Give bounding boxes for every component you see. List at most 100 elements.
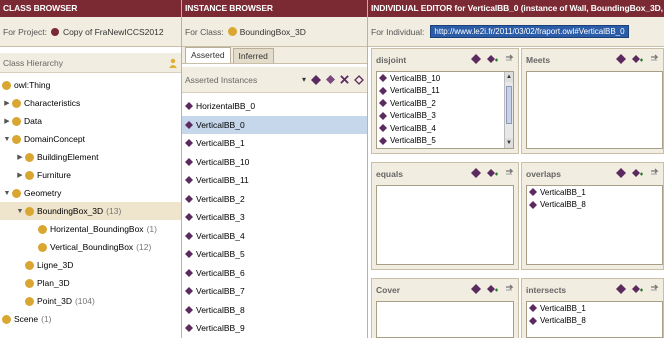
- class-tree-item[interactable]: ▶ Characteristics: [0, 94, 181, 112]
- disjoint-value-item[interactable]: VerticalBB_11: [377, 85, 513, 98]
- instance-list-item[interactable]: VerticalBB_5: [182, 245, 367, 264]
- create-value-icon[interactable]: [487, 284, 498, 296]
- class-tree-item[interactable]: owl:Thing: [0, 76, 181, 94]
- individual-editor-panel: INDIVIDUAL EDITOR for VerticalBB_0 (inst…: [368, 0, 664, 338]
- instance-list-item[interactable]: VerticalBB_8: [182, 301, 367, 320]
- expanded-arrow-icon[interactable]: ▼: [15, 208, 25, 215]
- create-instance-alt-icon[interactable]: [326, 75, 335, 84]
- class-icon: [25, 170, 34, 180]
- instance-list-item[interactable]: VerticalBB_1: [182, 134, 367, 153]
- class-tree-item[interactable]: ▶ Data: [0, 112, 181, 130]
- create-value-icon[interactable]: [632, 54, 643, 66]
- instance-diamond-icon: [185, 305, 193, 314]
- cover-list[interactable]: [376, 301, 514, 338]
- instance-diamond-icon: [185, 268, 193, 277]
- instance-label: HorizentalBB_0: [196, 101, 256, 112]
- instance-diamond-icon: [379, 111, 387, 120]
- create-value-icon[interactable]: [487, 168, 498, 180]
- instance-options-icon[interactable]: [354, 74, 364, 85]
- disjoint-value-item[interactable]: VerticalBB_2: [377, 97, 513, 110]
- remove-value-icon[interactable]: [649, 168, 659, 180]
- remove-value-icon[interactable]: [504, 168, 514, 180]
- class-tree-item[interactable]: ▶ BuildingElement: [0, 148, 181, 166]
- add-value-icon[interactable]: [616, 54, 626, 66]
- class-tree-item[interactable]: ▼ BoundingBox_3D (13): [0, 202, 181, 220]
- find-class-icon[interactable]: [168, 58, 178, 68]
- instance-list-item[interactable]: VerticalBB_4: [182, 227, 367, 246]
- disjoint-value-item[interactable]: VerticalBB_3: [377, 110, 513, 123]
- expanded-arrow-icon[interactable]: ▼: [2, 136, 12, 143]
- class-tree-item[interactable]: Horizental_BoundingBox (1): [0, 220, 181, 238]
- instance-label: VerticalBB_1: [196, 138, 245, 149]
- meets-list[interactable]: [526, 71, 663, 149]
- remove-value-icon[interactable]: [504, 54, 514, 66]
- scroll-up-icon[interactable]: ▲: [505, 72, 513, 82]
- instance-list-item[interactable]: VerticalBB_0: [182, 115, 367, 134]
- instance-list-item[interactable]: VerticalBB_3: [182, 208, 367, 227]
- instance-diamond-icon: [185, 176, 193, 185]
- expanded-arrow-icon[interactable]: ▼: [2, 190, 12, 197]
- class-tree-item[interactable]: ▶ Furniture: [0, 166, 181, 184]
- disjoint-scrollbar[interactable]: ▲ ▼: [504, 72, 513, 148]
- instance-label: VerticalBB_0: [196, 119, 245, 130]
- collapsed-arrow-icon[interactable]: ▶: [2, 117, 12, 125]
- collapsed-arrow-icon[interactable]: ▶: [15, 153, 25, 161]
- class-tree-item[interactable]: ▼ DomainConcept: [0, 130, 181, 148]
- class-tree-item[interactable]: Vertical_BoundingBox (12): [0, 238, 181, 256]
- scroll-thumb[interactable]: [506, 86, 512, 124]
- delete-instance-icon[interactable]: [340, 75, 349, 84]
- create-value-icon[interactable]: [632, 168, 643, 180]
- intersects-value-label: VerticalBB_1: [540, 303, 586, 313]
- instance-list-item[interactable]: VerticalBB_7: [182, 282, 367, 301]
- disjoint-value-item[interactable]: VerticalBB_5: [377, 135, 513, 148]
- instance-diamond-icon: [379, 74, 387, 83]
- add-value-icon[interactable]: [471, 168, 481, 180]
- overlaps-value-label: VerticalBB_8: [540, 200, 586, 210]
- class-tree-label: owl:Thing: [14, 80, 51, 90]
- equals-list[interactable]: [376, 185, 514, 265]
- add-value-icon[interactable]: [616, 284, 626, 296]
- class-tree-item[interactable]: ▼ Geometry: [0, 184, 181, 202]
- instance-diamond-icon: [529, 200, 537, 209]
- overlaps-list[interactable]: VerticalBB_1 VerticalBB_8: [526, 185, 663, 265]
- instance-label: VerticalBB_10: [196, 156, 250, 167]
- create-value-icon[interactable]: [632, 284, 643, 296]
- class-icon: [12, 188, 21, 198]
- dropdown-arrow-icon[interactable]: ▾: [302, 75, 306, 84]
- disjoint-value-item[interactable]: VerticalBB_4: [377, 122, 513, 135]
- disjoint-list[interactable]: VerticalBB_10 VerticalBB_11 VerticalBB_2 Ve…: [376, 71, 514, 149]
- scroll-down-icon[interactable]: ▼: [505, 138, 513, 148]
- class-instance-count: (12): [136, 242, 152, 252]
- intersects-list[interactable]: VerticalBB_1 VerticalBB_8: [526, 301, 663, 338]
- instance-list-item[interactable]: VerticalBB_11: [182, 171, 367, 190]
- intersects-value-item[interactable]: VerticalBB_1: [527, 302, 662, 315]
- class-tree-item[interactable]: Point_3D (104): [0, 292, 181, 310]
- collapsed-arrow-icon[interactable]: ▶: [2, 99, 12, 107]
- overlaps-value-item[interactable]: VerticalBB_1: [527, 186, 662, 199]
- intersects-value-item[interactable]: VerticalBB_8: [527, 315, 662, 328]
- create-value-icon[interactable]: [487, 54, 498, 66]
- disjoint-value-item[interactable]: VerticalBB_10: [377, 72, 513, 85]
- add-value-icon[interactable]: [616, 168, 626, 180]
- create-instance-icon[interactable]: [311, 74, 321, 85]
- tab-asserted[interactable]: Asserted: [185, 47, 231, 63]
- instance-list-item[interactable]: HorizentalBB_0: [182, 97, 367, 116]
- add-value-icon[interactable]: [471, 54, 481, 66]
- class-tree-item[interactable]: Plan_3D: [0, 274, 181, 292]
- class-tree-label: BoundingBox_3D: [37, 206, 104, 216]
- tab-inferred[interactable]: Inferred: [232, 48, 274, 63]
- instance-list-item[interactable]: VerticalBB_10: [182, 153, 367, 172]
- individual-url-field[interactable]: http://www.le2i.fr/2011/03/02/fraport.ow…: [430, 25, 629, 38]
- overlaps-value-item[interactable]: VerticalBB_8: [527, 199, 662, 212]
- instance-list-item[interactable]: VerticalBB_9: [182, 319, 367, 338]
- remove-value-icon[interactable]: [649, 54, 659, 66]
- remove-value-icon[interactable]: [649, 284, 659, 296]
- remove-value-icon[interactable]: [504, 284, 514, 296]
- equals-section: equals: [371, 162, 519, 270]
- add-value-icon[interactable]: [471, 284, 481, 296]
- instance-list-item[interactable]: VerticalBB_2: [182, 190, 367, 209]
- class-tree-item[interactable]: Ligne_3D: [0, 256, 181, 274]
- instance-list-item[interactable]: VerticalBB_6: [182, 264, 367, 283]
- collapsed-arrow-icon[interactable]: ▶: [15, 171, 25, 179]
- class-tree-item[interactable]: Scene (1): [0, 310, 181, 328]
